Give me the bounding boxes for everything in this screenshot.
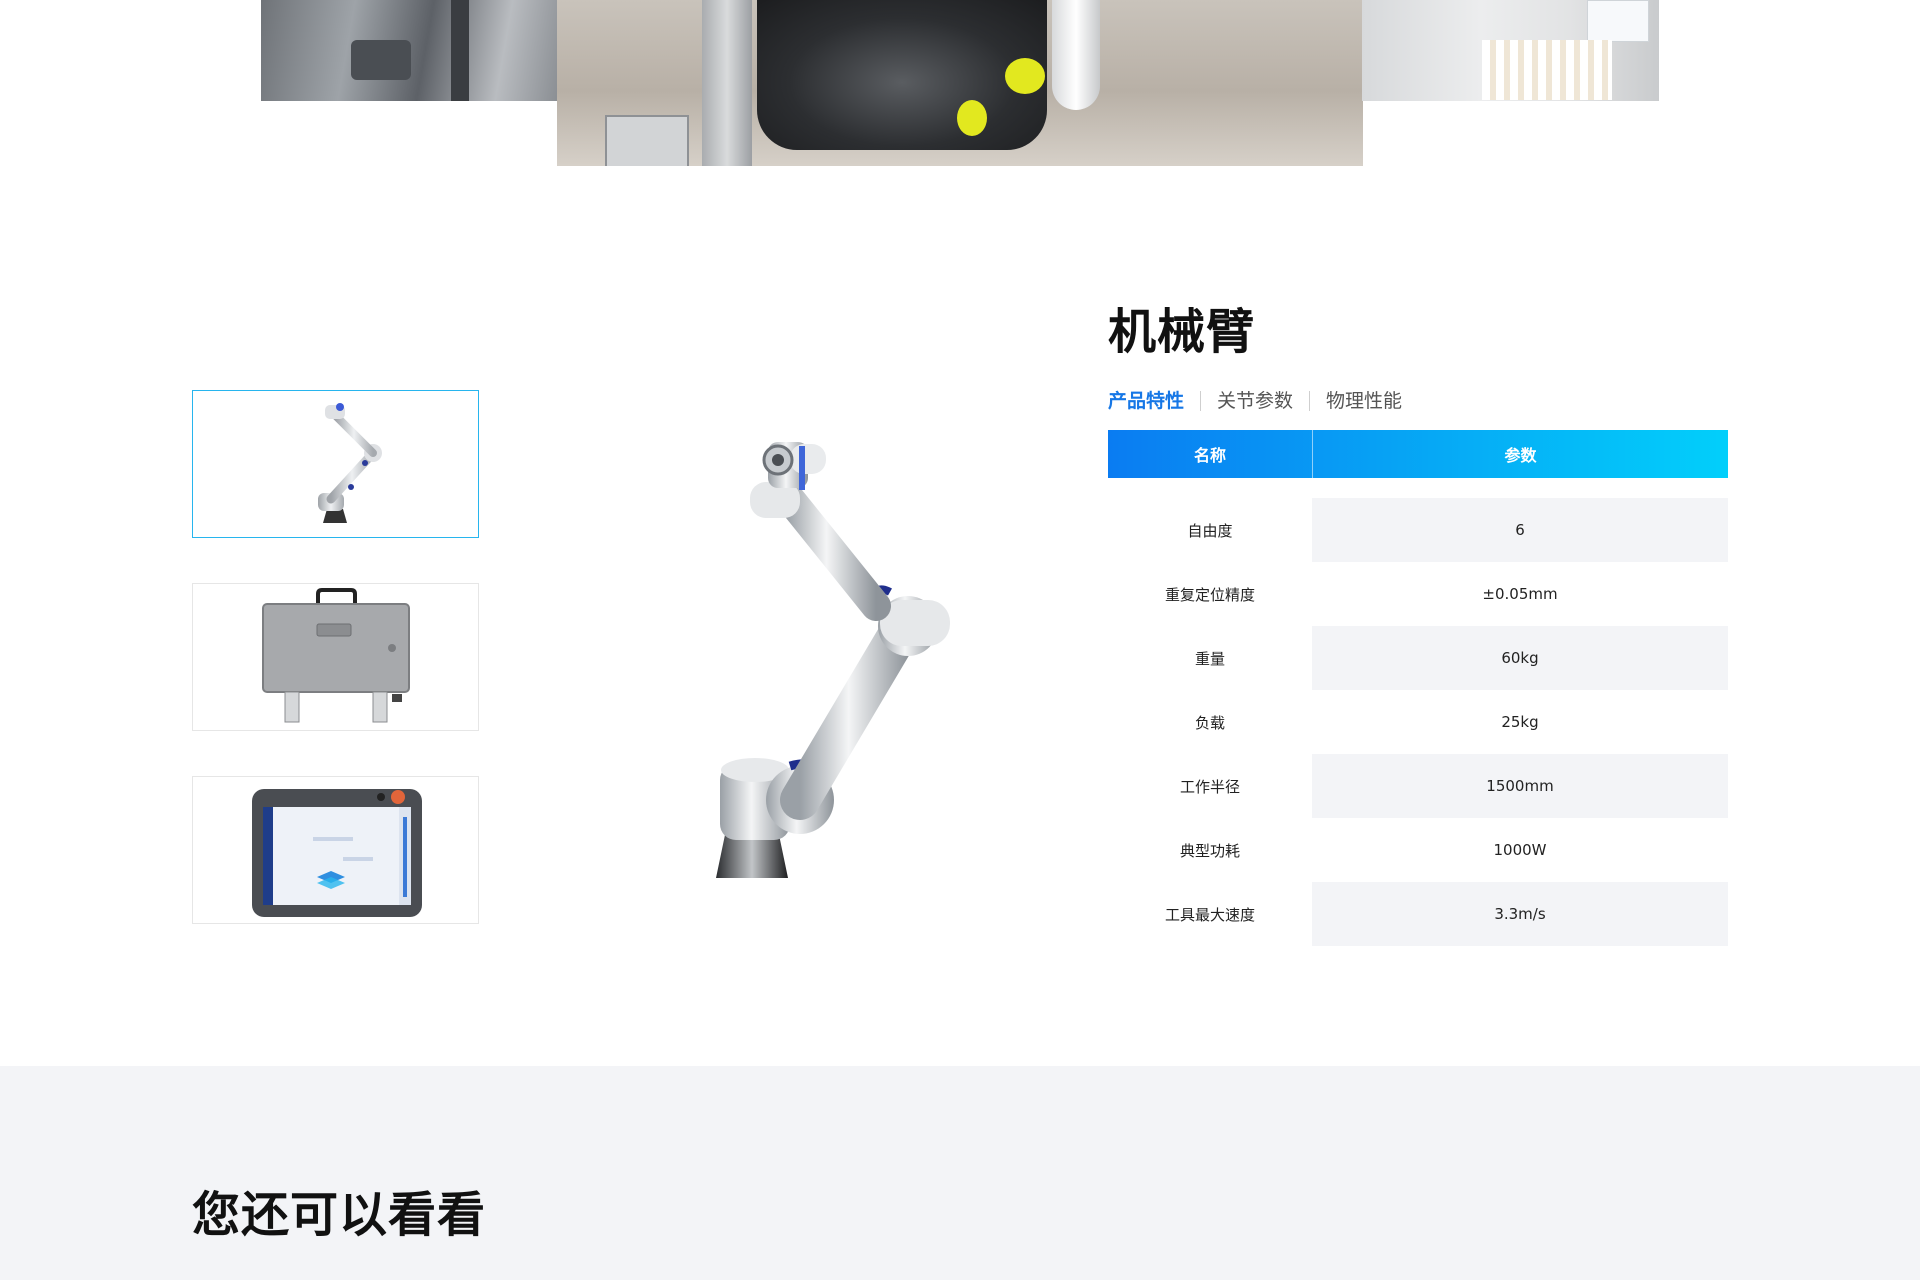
spec-name: 工具最大速度 [1164,905,1255,924]
bin-graphic [605,115,689,166]
table-row: 负载 25kg [1108,690,1728,754]
spec-name: 工作半径 [1179,777,1240,796]
table-row: 工作半径 1500mm [1108,754,1728,818]
thumbnail-robot-arm[interactable] [192,390,479,538]
pillar-graphic [702,0,752,166]
table-row: 典型功耗 1000W [1108,818,1728,882]
cobot-arm-graphic [1052,0,1100,110]
teach-pendant-icon [252,789,422,917]
spec-name: 自由度 [1187,521,1233,540]
table-row: 工具最大速度 3.3m/s [1108,882,1728,946]
thumbnail-control-box[interactable] [192,583,479,731]
thumbnail-teach-pendant[interactable] [192,776,479,924]
spec-table-header: 名称 参数 [1108,430,1728,478]
spec-tabs: 产品特性 关节参数 物理性能 [1108,386,1418,416]
robot-arm-icon [318,403,382,523]
package-graphic [1587,0,1649,42]
yellow-cap-graphic [1005,58,1045,94]
spec-value: 1000W [1493,841,1547,859]
gallery-image-center[interactable] [557,0,1363,166]
gallery-image-left[interactable] [261,0,558,101]
engine-graphic [757,0,1047,150]
tab-physical-performance[interactable]: 物理性能 [1310,389,1418,413]
spec-name: 负载 [1194,713,1225,732]
spec-value: 1500mm [1312,754,1728,818]
spec-name: 重复定位精度 [1164,585,1255,604]
robot-arm-hero-image [716,442,950,878]
yellow-cap-graphic [957,100,987,136]
gallery-image-right[interactable] [1362,0,1659,101]
spec-value: 25kg [1501,713,1539,731]
tab-product-features[interactable]: 产品特性 [1108,389,1200,413]
table-row: 重量 60kg [1108,626,1728,690]
spec-value: ±0.05mm [1482,585,1558,603]
related-section [0,1066,1920,1280]
spec-value: 60kg [1312,626,1728,690]
spec-name: 典型功耗 [1179,841,1240,860]
column-header-value: 参数 [1504,446,1537,465]
table-row: 自由度 6 [1108,498,1728,562]
cups-graphic [1482,40,1612,100]
column-header-name: 名称 [1108,430,1313,478]
related-section-title: 您还可以看看 [192,1187,487,1243]
spec-name: 重量 [1194,649,1225,668]
table-row: 重复定位精度 ±0.05mm [1108,562,1728,626]
control-box-icon [262,588,410,723]
product-title: 机械臂 [1108,304,1256,360]
tab-joint-parameters[interactable]: 关节参数 [1201,389,1309,413]
spec-value: 3.3m/s [1312,882,1728,946]
spec-table-body: 自由度 6 重复定位精度 ±0.05mm 重量 60kg 负载 25kg 工作半… [1108,498,1728,946]
spec-value: 6 [1312,498,1728,562]
